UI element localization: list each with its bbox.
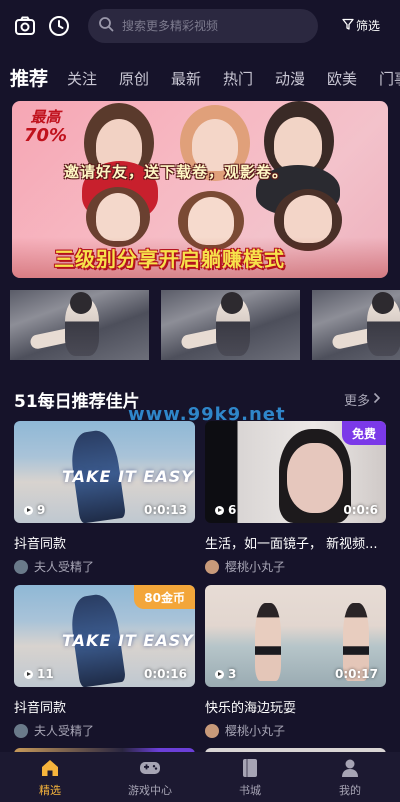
avatar [205,559,219,574]
author[interactable]: 樱桃小丸子 [205,722,386,739]
video-card[interactable]: 免费 6 0:0:6 生活，如一面镜子， 新视频... 樱桃小丸子 [205,421,386,575]
play-icon [215,505,224,515]
category-tabs: 推荐 关注 原创 最新 热门 动漫 欧美 门事 [0,62,400,96]
view-count-value: 3 [228,667,237,681]
avatar [205,723,219,738]
thumbnail-item[interactable] [312,290,400,360]
promo-banner[interactable]: 最高 70% 邀请好友，送下载卷，观影卷。 三级别分享开启躺赚模式 [12,101,388,278]
thumbnail-overlay-text: TAKE IT EASY [62,631,194,650]
nav-profile[interactable]: 我的 [300,752,400,802]
video-title[interactable]: 抖音同款 [14,533,195,552]
filter-icon [342,18,354,33]
duration: 0:0:17 [335,667,378,681]
search-input[interactable] [122,19,302,33]
video-title[interactable]: 抖音同款 [14,697,195,716]
view-count-value: 11 [37,667,54,681]
thumbnail-item[interactable] [161,290,300,360]
free-tag: 免费 [341,421,386,445]
view-count: 6 [215,503,236,517]
camera-icon[interactable] [12,13,38,39]
duration: 0:0:16 [144,667,187,681]
view-count: 3 [215,667,236,681]
video-card[interactable]: 3 0:0:17 快乐的海边玩耍 樱桃小丸子 [205,585,386,739]
nav-label: 游戏中心 [128,783,172,797]
nav-label: 书城 [239,783,261,797]
video-thumbnail[interactable]: TAKE IT EASY 9 0:0:13 [14,421,195,523]
banner-bottom-text: 三级别分享开启躺赚模式 [54,247,285,271]
banner-middle-text: 邀请好友，送下载卷，观影卷。 [64,163,289,181]
search-icon [98,16,114,36]
video-title[interactable]: 快乐的海边玩耍 [205,697,386,716]
banner-badge-line1: 最高 [30,108,61,126]
author-name: 夫人受精了 [34,560,95,574]
thumbnail-strip [10,290,400,360]
view-count: 9 [24,503,45,517]
banner-figure [96,193,140,241]
bottom-nav: 精选 游戏中心 书城 我的 [0,752,400,802]
banner-badge: 最高 70% [24,109,67,145]
video-thumbnail[interactable]: 3 0:0:17 [205,585,386,687]
video-thumbnail[interactable]: 免费 6 0:0:6 [205,421,386,523]
nav-label: 我的 [339,783,361,797]
play-icon [24,505,33,515]
book-icon [239,757,261,779]
thumbnail-overlay-text: TAKE IT EASY [62,467,194,486]
nav-featured[interactable]: 精选 [0,752,100,802]
search-bar[interactable] [88,9,318,43]
avatar [14,559,28,574]
banner-badge-line2: 70% [24,124,68,146]
author[interactable]: 夫人受精了 [14,558,195,575]
user-icon [339,757,361,779]
tab-latest[interactable]: 最新 [171,68,201,89]
author[interactable]: 夫人受精了 [14,722,195,739]
video-thumbnail[interactable]: TAKE IT EASY 80金币 11 0:0:16 [14,585,195,687]
author-name: 樱桃小丸子 [225,560,286,574]
tab-original[interactable]: 原创 [119,68,149,89]
filter-label: 筛选 [356,19,381,33]
nav-bookstore[interactable]: 书城 [200,752,300,802]
view-count: 11 [24,667,54,681]
tab-western[interactable]: 欧美 [327,68,357,89]
nav-game-center[interactable]: 游戏中心 [100,752,200,802]
home-icon [39,757,61,779]
view-count-value: 9 [37,503,46,517]
clock-icon[interactable] [46,13,72,39]
more-link[interactable]: 更多 [344,390,381,409]
video-card[interactable]: TAKE IT EASY 80金币 11 0:0:16 抖音同款 夫人受精了 [14,585,195,739]
gamepad-icon [139,757,161,779]
video-card[interactable]: TAKE IT EASY 9 0:0:13 抖音同款 夫人受精了 [14,421,195,575]
video-title[interactable]: 生活，如一面镜子， 新视频... [205,533,386,552]
duration: 0:0:13 [144,503,187,517]
avatar [14,723,28,738]
banner-figure [284,195,332,243]
coin-tag: 80金币 [134,585,195,609]
app-screen: 筛选 推荐 关注 原创 最新 热门 动漫 欧美 门事 最高 70% 邀请 [0,0,400,802]
section-title: 51每日推荐佳片 [14,392,140,412]
play-icon [24,669,33,679]
author-name: 樱桃小丸子 [225,724,286,738]
chevron-right-icon [373,392,381,408]
play-icon [215,669,224,679]
tab-recommend[interactable]: 推荐 [10,64,48,91]
author-name: 夫人受精了 [34,724,95,738]
tab-hot[interactable]: 热门 [223,68,253,89]
nav-label: 精选 [39,783,61,797]
duration: 0:0:6 [343,503,378,517]
tab-follow[interactable]: 关注 [67,68,97,89]
filter-button[interactable]: 筛选 [342,17,380,34]
top-bar: 筛选 [0,0,400,52]
tab-scandal[interactable]: 门事 [379,68,400,89]
tab-anime[interactable]: 动漫 [275,68,305,89]
view-count-value: 6 [228,503,237,517]
thumbnail-item[interactable] [10,290,149,360]
more-label: 更多 [344,394,371,409]
author[interactable]: 樱桃小丸子 [205,558,386,575]
